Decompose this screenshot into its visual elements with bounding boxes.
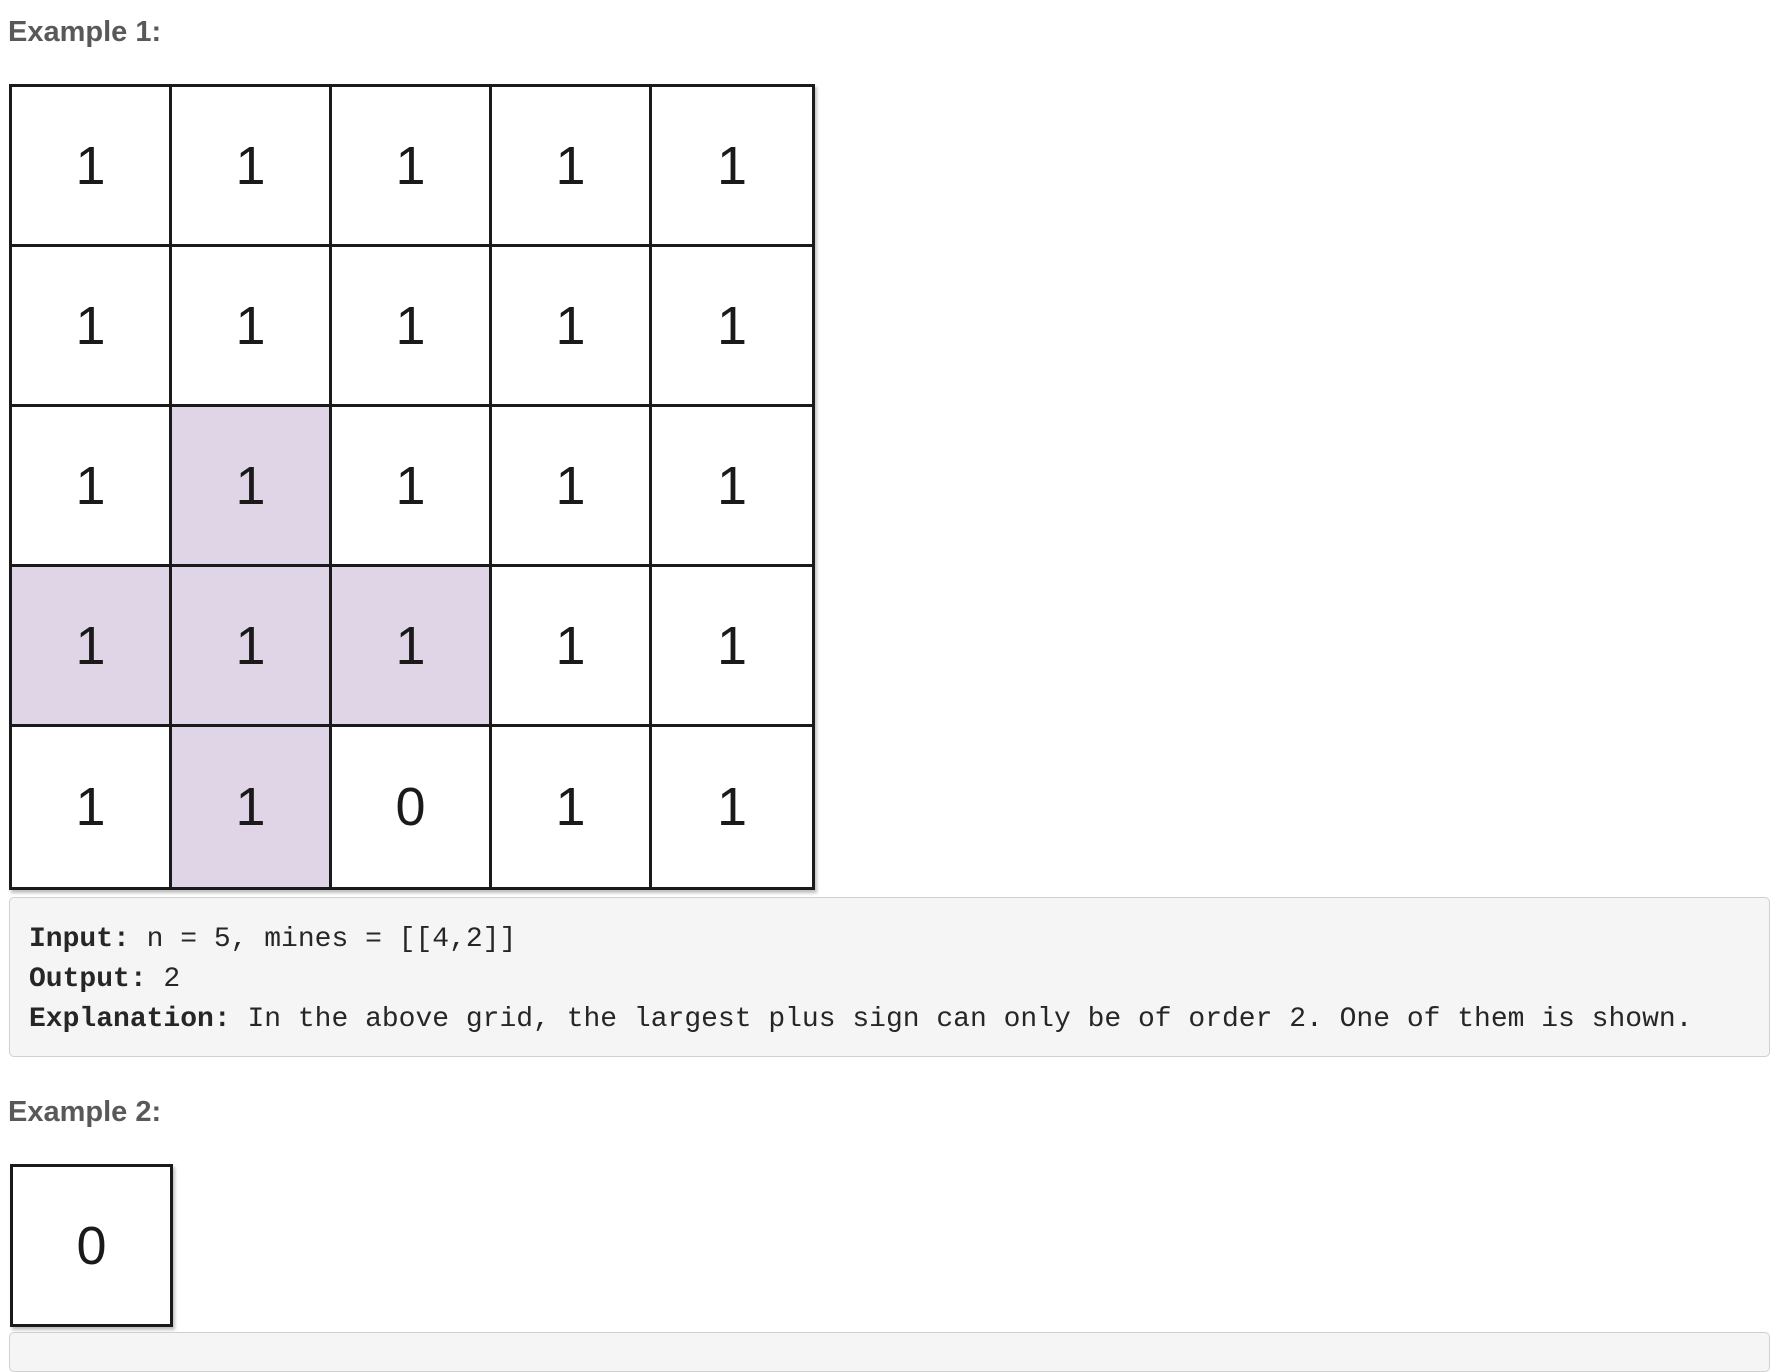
grid-cell: 1 [652, 727, 812, 887]
example-1-heading: Example 1: [8, 16, 162, 48]
grid-cell: 1 [492, 727, 652, 887]
input-value: n = 5, mines = [[4,2]] [129, 924, 517, 955]
grid-cell: 1 [332, 407, 492, 567]
grid-cell: 1 [332, 567, 492, 727]
grid-cell: 1 [492, 567, 652, 727]
grid-cell: 1 [172, 407, 332, 567]
output-label: Output: [29, 964, 147, 995]
grid-cell: 1 [652, 247, 812, 407]
output-value: 2 [146, 964, 181, 995]
grid-cell: 1 [172, 87, 332, 247]
example-2-code-block [9, 1332, 1770, 1372]
grid-cell: 1 [332, 87, 492, 247]
grid-cell: 1 [652, 567, 812, 727]
grid-cell: 1 [492, 87, 652, 247]
grid-cell: 1 [172, 727, 332, 887]
grid-cell: 1 [172, 247, 332, 407]
explanation-label: Explanation: [29, 1004, 231, 1035]
grid-cell: 1 [652, 407, 812, 567]
example-1-grid: 1111111111111111111111011 [9, 84, 815, 890]
example-2-grid: 0 [10, 1164, 173, 1327]
grid-cell: 1 [12, 247, 172, 407]
grid-cell: 1 [12, 87, 172, 247]
example-1-code-block: Input: n = 5, mines = [[4,2]] Output: 2 … [9, 897, 1770, 1057]
grid-cell: 1 [12, 567, 172, 727]
grid-cell: 1 [12, 727, 172, 887]
grid-cell: 0 [332, 727, 492, 887]
grid-cell: 1 [492, 247, 652, 407]
grid-cell: 1 [172, 567, 332, 727]
output-line: Output: 2 [29, 960, 1769, 1000]
input-label: Input: [29, 924, 130, 955]
explanation-line: Explanation: In the above grid, the larg… [29, 1000, 1769, 1040]
example-2-heading: Example 2: [8, 1096, 162, 1128]
grid-cell: 0 [13, 1167, 170, 1324]
grid-cell: 1 [12, 407, 172, 567]
input-line: Input: n = 5, mines = [[4,2]] [29, 920, 1769, 960]
grid-cell: 1 [492, 407, 652, 567]
grid-cell: 1 [652, 87, 812, 247]
grid-cell: 1 [332, 247, 492, 407]
explanation-value: In the above grid, the largest plus sign… [230, 1004, 1693, 1035]
